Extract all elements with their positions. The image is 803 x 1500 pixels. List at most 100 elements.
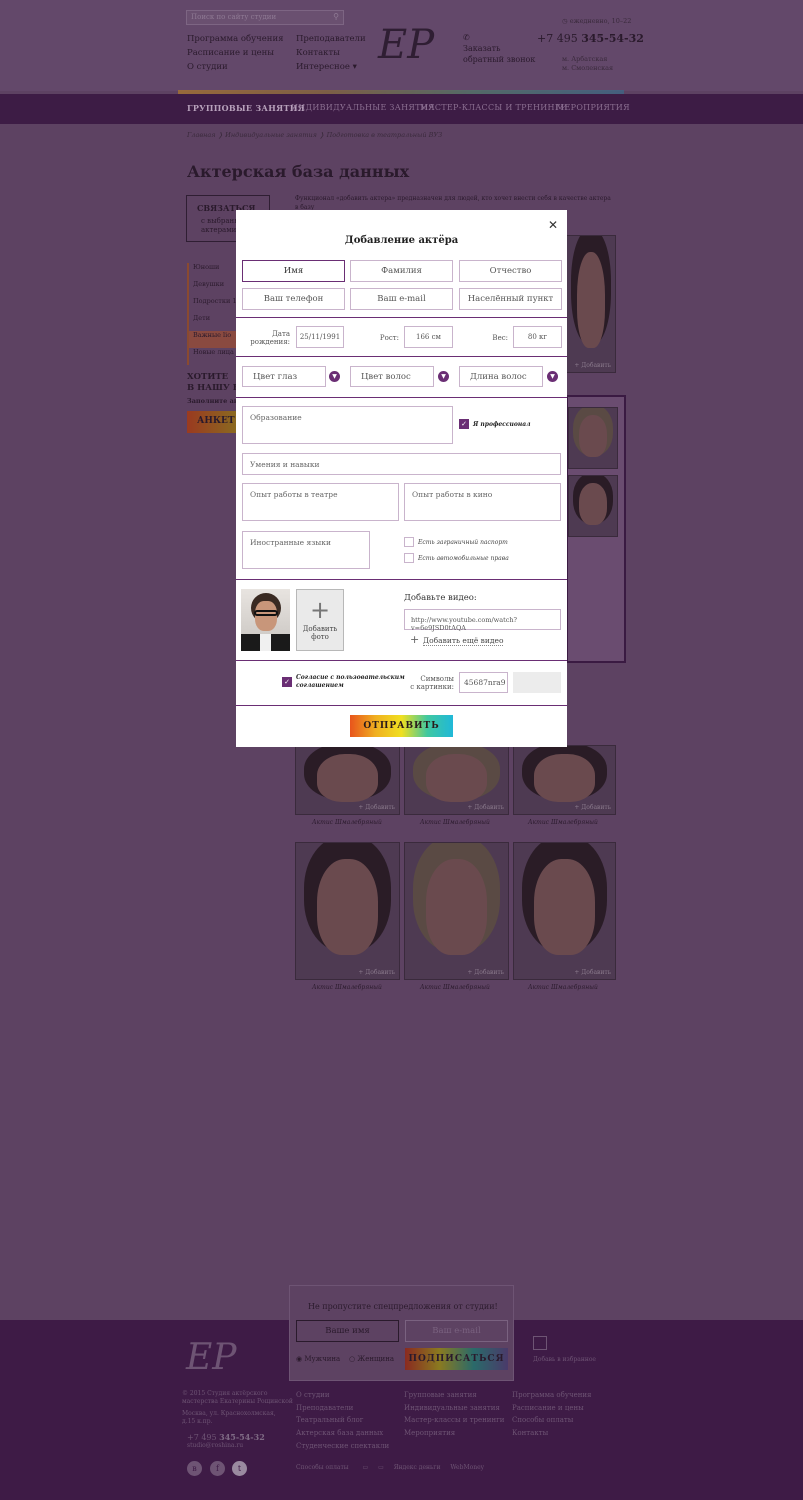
footer-link[interactable]: Способы оплаты (512, 1414, 591, 1427)
actor-thumb[interactable] (568, 475, 618, 537)
gender-male-radio[interactable]: ◉ Мужчина (296, 1355, 340, 1363)
patronymic-input[interactable]: Отчество (459, 260, 562, 282)
footer-link[interactable]: Театральный блог (296, 1414, 389, 1427)
main-nav: ГРУППОВЫЕ ЗАНЯТИЯ ИНДИВИДУАЛЬНЫЕ ЗАНЯТИЯ… (0, 94, 803, 124)
add-favorite-link[interactable]: Добавь в избранное (533, 1356, 596, 1363)
work-hours: ◷ ежедневно, 10–22 (562, 17, 632, 25)
eye-color-select[interactable]: Цвет глаз (242, 366, 326, 387)
height-label: Рост: (379, 334, 399, 342)
footer-link[interactable]: Мастер-классы и тренинги (404, 1414, 504, 1427)
email-input[interactable]: Ваш e-mail (350, 288, 453, 310)
city-input[interactable]: Населённый пункт (459, 288, 562, 310)
footer-logo[interactable]: EP (186, 1337, 237, 1378)
chevron-down-icon[interactable]: ▼ (329, 371, 340, 382)
footer-link[interactable]: Расписание и цены (512, 1402, 591, 1415)
gender-female-radio[interactable]: ○ Женщина (349, 1355, 394, 1363)
actor-tile[interactable]: + Добавить (404, 842, 509, 980)
actor-tile[interactable]: + Добавить (566, 235, 616, 373)
last-name-input[interactable]: Фамилия (350, 260, 453, 282)
footer-link[interactable]: Контакты (512, 1427, 591, 1440)
nav-item-events[interactable]: МЕРОПРИЯТИЯ (556, 103, 630, 112)
facebook-icon[interactable]: f (210, 1461, 225, 1476)
agree-checkbox[interactable]: ✓ (282, 677, 292, 687)
footer-link[interactable]: Актерская база данных (296, 1427, 389, 1440)
actor-tile[interactable]: + Добавить (513, 745, 616, 815)
footer-link[interactable]: Групповые занятия (404, 1389, 504, 1402)
theatre-experience-textarea[interactable]: Опыт работы в театре (242, 483, 399, 521)
submit-button[interactable]: ОТПРАВИТЬ (350, 715, 453, 737)
add-actor-link: + Добавить (467, 804, 504, 811)
footer-link[interactable]: Студенческие спектакли (296, 1440, 389, 1453)
divider (236, 397, 567, 398)
footer-phone[interactable]: +7 495 345-54-32 (187, 1432, 265, 1442)
phone-input[interactable]: Ваш телефон (242, 288, 345, 310)
actor-thumb[interactable] (568, 407, 618, 469)
questionnaire-button[interactable]: АНКЕТ (187, 411, 237, 433)
header-link[interactable]: Контакты (296, 46, 366, 60)
footer-link[interactable]: Программа обучения (512, 1389, 591, 1402)
professional-checkbox[interactable]: ✓ (459, 419, 469, 429)
chevron-down-icon[interactable]: ▼ (547, 371, 558, 382)
footer-link[interactable]: Преподаватели (296, 1402, 389, 1415)
yandex-money-icon: Яндекс деньги (393, 1464, 441, 1471)
vk-icon[interactable]: в (187, 1461, 202, 1476)
license-checkbox[interactable] (404, 553, 414, 563)
captcha-input[interactable]: 45687nra9 (459, 672, 508, 693)
height-input[interactable]: 166 см (404, 326, 453, 348)
header-link[interactable]: Программа обучения (187, 32, 284, 46)
actor-tile[interactable]: + Добавить (295, 745, 400, 815)
nav-item-group[interactable]: ГРУППОВЫЕ ЗАНЯТИЯ (187, 103, 305, 113)
footer-email[interactable]: studio@roshina.ru (187, 1442, 243, 1449)
breadcrumb-item: Подготовка в театральный ВУЗ (326, 131, 443, 139)
languages-textarea[interactable]: Иностранные языки (242, 531, 370, 569)
education-textarea[interactable]: Образование (242, 406, 453, 444)
actor-tile[interactable]: + Добавить (513, 842, 616, 980)
callback-link[interactable]: ✆ Заказать обратный звонок (463, 32, 535, 65)
subscribe-email-input[interactable]: Ваш e-mail (405, 1320, 508, 1342)
actor-tile[interactable]: + Добавить (404, 745, 509, 815)
video-url-input[interactable]: http://www.youtube.com/watch?v=6e9JSD0tA… (404, 609, 561, 632)
header-link[interactable]: Преподаватели (296, 32, 366, 46)
search-icon[interactable]: ⚲ (333, 12, 339, 21)
cinema-experience-textarea[interactable]: Опыт работы в кино (404, 483, 561, 521)
uploaded-photo[interactable] (241, 589, 290, 651)
subscribe-name-input[interactable]: Ваше имя (296, 1320, 399, 1342)
actor-caption: Актис Шмалебряный (528, 984, 598, 991)
add-photo-button[interactable]: + Добавить фото (296, 589, 344, 651)
skills-input[interactable]: Умения и навыки (242, 453, 561, 475)
breadcrumb-item[interactable]: Индивидуальные занятия (225, 131, 317, 139)
birthdate-input[interactable]: 25/11/1991 (296, 326, 344, 348)
logo[interactable]: EP (378, 22, 434, 68)
header-link[interactable]: О студии (187, 60, 284, 74)
nav-item-masterclass[interactable]: МАСТЕР-КЛАССЫ И ТРЕНИНГИ (420, 103, 568, 112)
hair-color-select[interactable]: Цвет волос (350, 366, 434, 387)
search-input[interactable]: Поиск по сайту студии ⚲ (186, 10, 344, 25)
metro-list: м. Арбатская м. Смоленская (562, 55, 614, 72)
actor-tile[interactable]: + Добавить (295, 842, 400, 980)
hair-length-select[interactable]: Длина волос (459, 366, 543, 387)
footer-link[interactable]: Мероприятия (404, 1427, 504, 1440)
weight-input[interactable]: 80 кг (513, 326, 562, 348)
add-video-link[interactable]: Добавить ещё видео (423, 636, 504, 646)
twitter-icon[interactable]: t (232, 1461, 247, 1476)
nav-item-individual[interactable]: ИНДИВИДУАЛЬНЫЕ ЗАНЯТИЯ (291, 103, 435, 112)
subscribe-button[interactable]: ПОДПИСАТЬСЯ (405, 1348, 508, 1370)
weight-label: Вес: (492, 334, 508, 342)
divider (236, 705, 567, 706)
chevron-down-icon[interactable]: ▼ (438, 371, 449, 382)
header-link-dropdown[interactable]: Интересное ▾ (296, 60, 366, 74)
header-link[interactable]: Расписание и цены (187, 46, 284, 60)
footer-link[interactable]: Индивидуальные занятия (404, 1402, 504, 1415)
actor-caption: Актис Шмалебряный (312, 984, 382, 991)
add-actor-link: + Добавить (358, 804, 395, 811)
footer-link[interactable]: О студии (296, 1389, 389, 1402)
plus-icon: + (309, 596, 331, 624)
close-icon[interactable]: ✕ (548, 218, 558, 232)
header-phone[interactable]: +7 495 345-54-32 (537, 32, 644, 45)
bookmark-icon[interactable] (533, 1336, 547, 1350)
passport-checkbox[interactable] (404, 537, 414, 547)
chevron-down-icon: ▾ (352, 62, 357, 72)
breadcrumb-item[interactable]: Главная (187, 131, 216, 139)
first-name-input[interactable]: Имя (242, 260, 345, 282)
clock-icon: ◷ (562, 17, 568, 25)
